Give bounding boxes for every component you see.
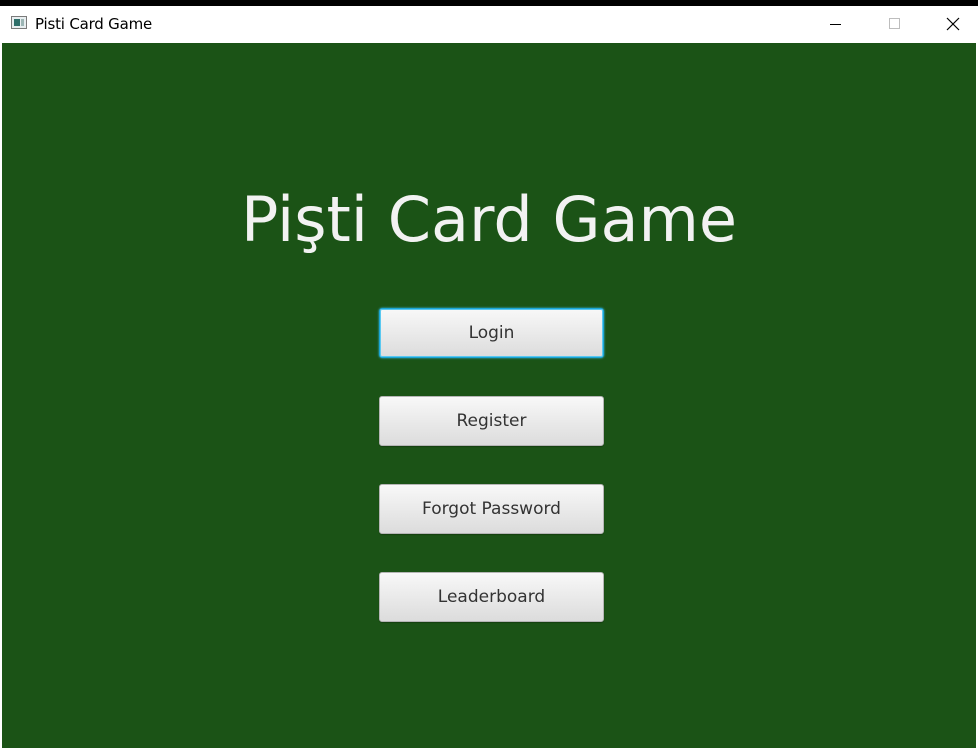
maximize-icon [889, 18, 900, 29]
leaderboard-button[interactable]: Leaderboard [379, 572, 604, 622]
minimize-icon [830, 24, 841, 25]
window-title: Pisti Card Game [35, 15, 153, 33]
close-button[interactable] [922, 6, 978, 43]
main-menu-panel: Pişti Card Game Login Register Forgot Pa… [2, 43, 976, 748]
app-window-icon[interactable] [11, 16, 27, 29]
app-window: Pisti Card Game Pişti Card Game Login Re… [0, 6, 978, 750]
maximize-button[interactable] [864, 6, 922, 43]
game-title: Pişti Card Game [240, 183, 738, 256]
title-bar[interactable]: Pisti Card Game [0, 6, 978, 43]
close-icon [946, 17, 960, 31]
forgot-password-button[interactable]: Forgot Password [379, 484, 604, 534]
register-button[interactable]: Register [379, 396, 604, 446]
login-button[interactable]: Login [379, 308, 604, 358]
minimize-button[interactable] [806, 6, 864, 43]
